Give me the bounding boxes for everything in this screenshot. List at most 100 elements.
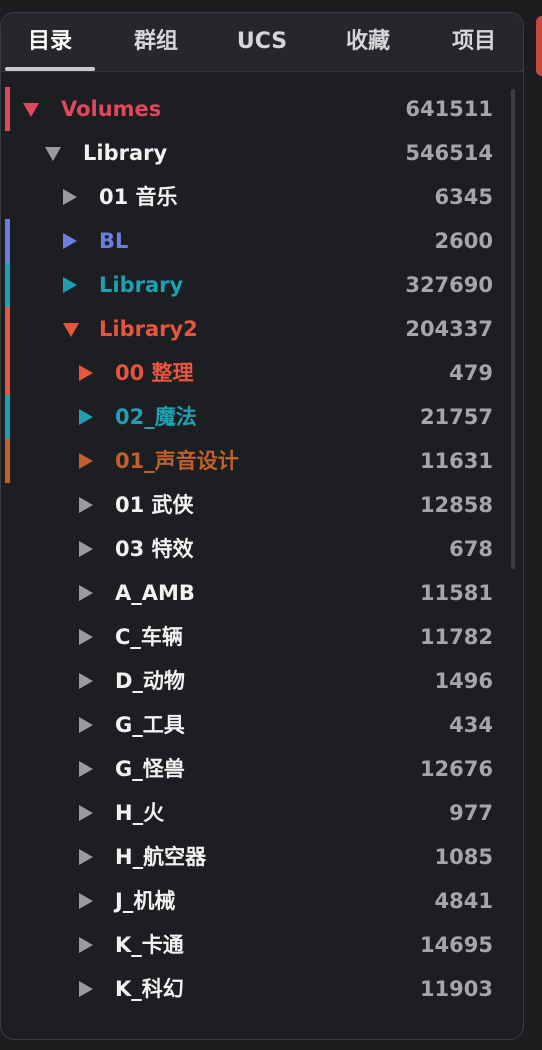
tree-row[interactable]: 02_魔法 21757 [1,395,523,439]
folder-tree: Volumes 641511 Library 546514 01 音乐 6345 BL 260… [1,87,523,1011]
color-tag-marker [5,351,10,395]
tree-row[interactable]: C_车辆 11782 [1,615,523,659]
tree-row-count: 1085 [434,845,493,869]
expand-triangle-icon[interactable] [79,365,93,381]
tree-row[interactable]: D_动物 1496 [1,659,523,703]
tree-row-count: 12858 [419,493,493,517]
tree-row[interactable]: Library 546514 [1,131,523,175]
tab-catalog[interactable]: 目录 [5,25,95,59]
expand-triangle-icon[interactable] [79,541,93,557]
tree-row[interactable]: H_火 977 [1,791,523,835]
tree-row-label: Library [99,273,184,297]
tree-row[interactable]: K_科幻 11903 [1,967,523,1011]
color-tag-marker [5,307,10,351]
expand-triangle-icon[interactable] [79,673,93,689]
expand-triangle-icon[interactable] [79,981,93,997]
tree-row-count: 6345 [434,185,493,209]
tree-row-count: 641511 [405,97,493,121]
tab-projects[interactable]: 项目 [429,25,519,59]
color-tag-marker [5,439,10,483]
color-tag-marker [5,395,10,439]
expand-triangle-icon[interactable] [79,849,93,865]
tree-row-count: 327690 [405,273,493,297]
tree-row-label: Library2 [99,317,198,341]
tree-row-label: 03 特效 [115,537,194,561]
color-tag-marker [5,87,10,131]
browser-panel: 目录 群组 UCS 收藏 项目 Volumes 641511 Library 5465… [0,12,524,1040]
tree-row-label: Volumes [61,97,162,121]
tree-row-count: 21757 [419,405,493,429]
tree-row-label: BL [99,229,129,253]
tree-row[interactable]: H_航空器 1085 [1,835,523,879]
tree-row-label: J_机械 [115,889,176,913]
tree-row-label: K_卡通 [115,933,184,957]
active-tab-indicator [5,67,95,71]
tab-ucs[interactable]: UCS [217,25,307,59]
tree-row-count: 11581 [419,581,493,605]
tab-bar: 目录 群组 UCS 收藏 项目 [1,13,523,72]
tree-row[interactable]: G_怪兽 12676 [1,747,523,791]
tree-row-count: 11631 [419,449,493,473]
tree-row[interactable]: 00 整理 479 [1,351,523,395]
tree-row-count: 11903 [419,977,493,1001]
tree-row-label: 01_声音设计 [115,449,239,473]
tree-row[interactable]: J_机械 4841 [1,879,523,923]
tree-row-count: 479 [449,361,493,385]
collapse-triangle-icon[interactable] [63,323,79,337]
tree-row[interactable]: 01 音乐 6345 [1,175,523,219]
tree-row-count: 546514 [405,141,493,165]
adjacent-panel-edge [536,16,542,76]
tree-row-label: D_动物 [115,669,185,693]
tree-row-count: 2600 [434,229,493,253]
scrollbar[interactable] [511,89,515,569]
tree-row[interactable]: 01_声音设计 11631 [1,439,523,483]
tree-row[interactable]: Library 327690 [1,263,523,307]
tree-row-label: C_车辆 [115,625,183,649]
tree-row[interactable]: Volumes 641511 [1,87,523,131]
tree-row-count: 678 [449,537,493,561]
expand-triangle-icon[interactable] [79,585,93,601]
tree-row-label: 01 武侠 [115,493,194,517]
expand-triangle-icon[interactable] [63,277,77,293]
tree-row-label: 01 音乐 [99,185,178,209]
tree-row-label: A_AMB [115,581,195,605]
expand-triangle-icon[interactable] [79,409,93,425]
tab-favorites[interactable]: 收藏 [323,25,413,59]
tree-row-label: 02_魔法 [115,405,197,429]
tree-row-label: G_怪兽 [115,757,185,781]
tree-row-label: Library [83,141,168,165]
tree-row-label: 00 整理 [115,361,194,385]
tree-row-count: 977 [449,801,493,825]
tree-row[interactable]: G_工具 434 [1,703,523,747]
expand-triangle-icon[interactable] [79,453,93,469]
tree-row[interactable]: 01 武侠 12858 [1,483,523,527]
expand-triangle-icon[interactable] [79,893,93,909]
expand-triangle-icon[interactable] [79,805,93,821]
tab-groups[interactable]: 群组 [111,25,201,59]
tree-row-count: 4841 [434,889,493,913]
expand-triangle-icon[interactable] [79,937,93,953]
expand-triangle-icon[interactable] [79,761,93,777]
color-tag-marker [5,263,10,307]
tree-row[interactable]: BL 2600 [1,219,523,263]
expand-triangle-icon[interactable] [79,717,93,733]
tree-row-count: 1496 [434,669,493,693]
collapse-triangle-icon[interactable] [23,103,39,117]
tree-row-label: H_火 [115,801,165,825]
tree-row-count: 12676 [419,757,493,781]
expand-triangle-icon[interactable] [63,189,77,205]
expand-triangle-icon[interactable] [79,629,93,645]
tree-row[interactable]: K_卡通 14695 [1,923,523,967]
expand-triangle-icon[interactable] [63,233,77,249]
tree-row[interactable]: A_AMB 11581 [1,571,523,615]
tree-row-count: 434 [449,713,493,737]
tree-row-count: 14695 [419,933,493,957]
tree-row-count: 11782 [419,625,493,649]
tree-row-label: K_科幻 [115,977,184,1001]
tree-row-label: G_工具 [115,713,185,737]
expand-triangle-icon[interactable] [79,497,93,513]
color-tag-marker [5,219,10,263]
tree-row[interactable]: Library2 204337 [1,307,523,351]
tree-row[interactable]: 03 特效 678 [1,527,523,571]
collapse-triangle-icon[interactable] [45,147,61,161]
